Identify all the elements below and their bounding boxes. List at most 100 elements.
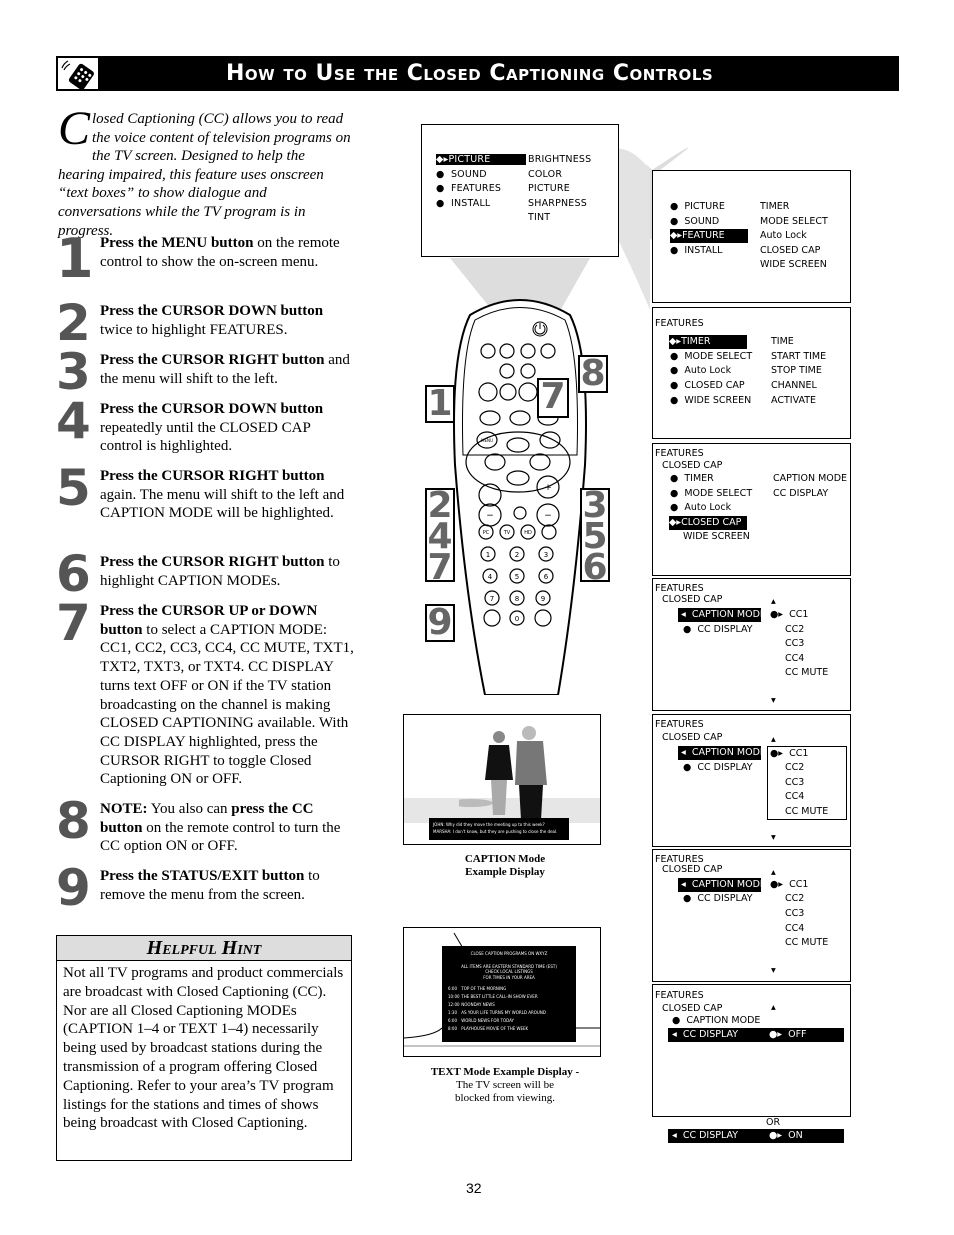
submenu-item: CC DISPLAY	[773, 488, 829, 499]
schedule-row: 6:00 WORLD NEWS FOR TODAY	[448, 1018, 514, 1023]
hint-body: Not all TV programs and product commerci…	[63, 965, 344, 1132]
menu-item: ● TIMER	[670, 473, 714, 484]
step-number: 7	[56, 594, 91, 652]
menu-item[interactable]: ● FEATURES	[436, 182, 526, 197]
intro-paragraph: Closed Captioning (CC) allows you to rea…	[58, 105, 353, 240]
scroll-up-arrow-icon: ▴	[771, 596, 776, 607]
menu-item: ● CC DISPLAY	[683, 624, 753, 635]
caption-line: MARSHA: I don't know, but they are pushi…	[433, 829, 558, 834]
schedule-row: 8:00 PLAYHOUSE MOVIE OF THE WEEK	[448, 1026, 529, 1031]
menu-item-selected: ◂ CAPTION MODE	[678, 608, 766, 622]
submenu-item: PICTURE	[528, 183, 570, 194]
scroll-up-arrow-icon: ▴	[771, 1002, 776, 1013]
menu-item: ● CLOSED CAP	[670, 380, 745, 391]
svg-text:5: 5	[515, 573, 519, 581]
step-rest: to select a CAPTION MODE: CC1, CC2, CC3,…	[100, 621, 354, 788]
screen-subtitle: CLOSED CAP	[662, 864, 723, 875]
scroll-up-arrow-icon: ▴	[771, 734, 776, 745]
menu-item[interactable]: ● INSTALL	[436, 197, 526, 212]
menu-item: ● PICTURE	[670, 201, 725, 212]
option-item-selected: ●▸ CC1	[770, 748, 809, 759]
submenu-item: CLOSED CAP	[760, 245, 821, 256]
caption-text-box: JOHN: Why did they move the meeting up t…	[429, 818, 569, 840]
screen-subtitle: CLOSED CAP	[662, 594, 723, 605]
option-item: CC MUTE	[785, 937, 829, 948]
svg-text:+: +	[544, 483, 552, 493]
menu-item: ● SOUND	[670, 216, 720, 227]
option-item: CC2	[785, 762, 805, 773]
step-number: 4	[56, 392, 91, 450]
svg-text:7: 7	[490, 595, 494, 603]
menu-right-list: BRIGHTNESS COLOR PICTURE SHARPNESS TINT	[528, 153, 591, 226]
menu-item-selected: ◂ CAPTION MODE	[678, 878, 766, 892]
submenu-item: MODE SELECT	[760, 216, 828, 227]
page-number: 32	[466, 1180, 482, 1196]
svg-text:MENU: MENU	[481, 438, 493, 443]
menu-item-selected: ◆▸CLOSED CAP	[669, 516, 747, 530]
submenu-item: COLOR	[528, 168, 563, 180]
page-header: How to Use the Closed Captioning Control…	[56, 56, 899, 91]
menu-item: ● CAPTION MODE	[672, 1015, 761, 1026]
submenu-item: START TIME	[771, 351, 827, 362]
step-bold: Press the CURSOR RIGHT button	[100, 352, 325, 368]
option-item: CC MUTE	[785, 667, 829, 678]
svg-text:HD: HD	[524, 530, 532, 536]
menu-item: ● INSTALL	[670, 245, 723, 256]
remote-control: 1 2 3 4 5 6 7 8 9 0 PC TV HD MENU − − +	[453, 299, 587, 695]
callout-9: 9	[425, 604, 455, 642]
step-number: 1	[56, 227, 94, 290]
svg-text:3: 3	[544, 551, 548, 559]
caption-line: JOHN: Why did they move the meeting up t…	[433, 822, 545, 827]
step-number: 8	[56, 792, 91, 850]
menu-item-selected[interactable]: ◆▸PICTURE	[436, 154, 526, 165]
submenu-item: TIME	[771, 336, 794, 347]
submenu-item: ACTIVATE	[771, 395, 817, 406]
option-item: CC2	[785, 624, 805, 635]
text-mode-box: CLOSE CAPTION PROGRAMS ON WXYZ ALL ITEMS…	[442, 946, 576, 1042]
screen-title: FEATURES	[655, 318, 704, 329]
svg-text:−: −	[544, 511, 552, 521]
submenu-item: TIMER	[760, 201, 790, 212]
step-number: 6	[56, 545, 91, 603]
menu-item: ● MODE SELECT	[670, 488, 753, 499]
hint-title: Helpful Hint	[57, 936, 351, 961]
svg-text:6: 6	[544, 573, 549, 581]
helpful-hint-box: Helpful Hint Not all TV programs and pro…	[56, 935, 352, 1161]
menu-item-selected: ◆▸TIMER	[669, 335, 747, 349]
option-item-selected: ●▸ CC1	[770, 879, 809, 890]
submenu-item: CAPTION MODE	[773, 473, 848, 484]
screen-step-5: FEATURES CLOSED CAP ▴ ◂ CAPTION MODE ● C…	[652, 578, 851, 711]
intro-text: losed Captioning (CC) allows you to read…	[58, 111, 351, 239]
menu-item: ● CC DISPLAY	[683, 893, 753, 904]
option-item: CC4	[785, 923, 805, 934]
page-title: How to Use the Closed Captioning Control…	[226, 61, 714, 86]
cc-display-value: ON	[788, 1130, 803, 1141]
menu-item-selected: ◆▸FEATURE	[670, 229, 748, 243]
caption-example-label: CAPTION Mode Example Display	[464, 853, 546, 878]
menu-item: ● Auto Lock	[670, 502, 732, 513]
callout-2-4-7: 247	[425, 488, 455, 586]
menu-item: ● MODE SELECT	[670, 351, 753, 362]
schedule-row: 6:00 TOP OF THE MORNING	[448, 986, 507, 991]
tv-screen-main-menu: ◆▸PICTURE ● SOUND ● FEATURES ● INSTALL B…	[421, 124, 619, 257]
screen-step-2: ● PICTURE ● SOUND ◆▸FEATURE ● INSTALL TI…	[652, 170, 851, 303]
power-button[interactable]	[532, 321, 548, 337]
step-bold: Press the CURSOR RIGHT button	[100, 554, 325, 570]
remote-control-icon	[56, 56, 100, 91]
text-example-screen: CLOSE CAPTION PROGRAMS ON WXYZ ALL ITEMS…	[403, 927, 601, 1057]
scroll-down-arrow-icon: ▾	[771, 965, 776, 976]
svg-text:9: 9	[541, 595, 545, 603]
cc-display-on-row: ◂ CC DISPLAY ●▸ ON	[668, 1129, 844, 1143]
svg-text:−: −	[486, 511, 494, 521]
step-number: 2	[56, 294, 91, 352]
menu-item[interactable]: ● SOUND	[436, 168, 526, 183]
screen-title: FEATURES	[655, 990, 704, 1001]
menu-item-selected: ◂ CAPTION MODE	[678, 746, 766, 760]
submenu-item: TINT	[528, 212, 551, 223]
screen-subtitle: CLOSED CAP	[662, 460, 723, 471]
cc-display-value: OFF	[788, 1029, 807, 1040]
screen-title: FEATURES	[655, 719, 704, 730]
or-label: OR	[766, 1117, 781, 1128]
submenu-item: BRIGHTNESS	[528, 154, 592, 165]
callout-3-5-6: 356	[580, 488, 610, 586]
